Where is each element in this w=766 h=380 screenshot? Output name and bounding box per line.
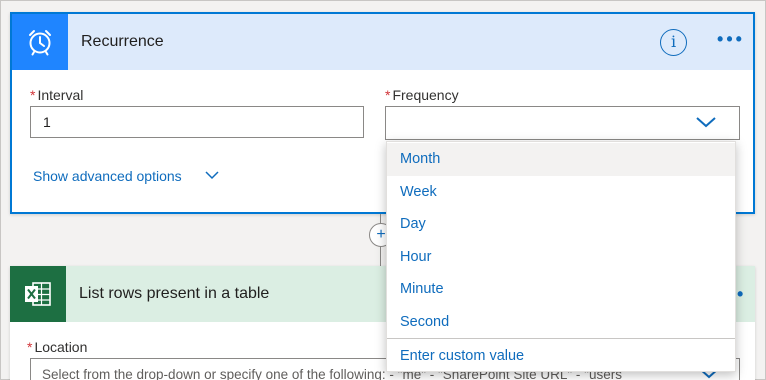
frequency-options-menu: Month Week Day Hour Minute Second Enter … <box>386 141 736 372</box>
menu-item-month[interactable]: Month <box>387 143 735 176</box>
flow-canvas: Recurrence i ••• * Interval 1 * Frequency … <box>0 0 766 380</box>
more-options-icon[interactable]: • <box>737 284 743 305</box>
required-marker: * <box>385 87 391 103</box>
menu-item-week[interactable]: Week <box>387 176 735 209</box>
alarm-clock-icon <box>12 14 68 70</box>
excel-icon <box>10 266 66 322</box>
menu-divider <box>387 338 735 339</box>
required-marker: * <box>27 339 33 355</box>
show-advanced-options-link[interactable]: Show advanced options <box>33 168 182 184</box>
menu-item-hour[interactable]: Hour <box>387 241 735 274</box>
location-label-text: Location <box>34 339 88 355</box>
required-marker: * <box>30 87 36 103</box>
more-options-icon[interactable]: ••• <box>716 29 746 53</box>
interval-input[interactable]: 1 <box>30 106 364 138</box>
list-rows-title: List rows present in a table <box>79 285 270 302</box>
frequency-label-text: Frequency <box>392 87 459 103</box>
menu-item-second[interactable]: Second <box>387 306 735 339</box>
location-label: * Location <box>27 339 87 355</box>
frequency-dropdown[interactable] <box>385 106 740 140</box>
menu-item-enter-custom-value[interactable]: Enter custom value <box>387 340 735 373</box>
interval-label: * Interval <box>30 87 83 103</box>
menu-item-day[interactable]: Day <box>387 208 735 241</box>
frequency-label: * Frequency <box>385 87 459 103</box>
recurrence-card-header[interactable]: Recurrence i ••• <box>12 14 753 70</box>
interval-label-text: Interval <box>37 87 84 103</box>
chevron-down-icon <box>696 117 716 128</box>
recurrence-title: Recurrence <box>81 33 164 50</box>
info-icon[interactable]: i <box>660 29 687 56</box>
chevron-down-icon[interactable] <box>204 169 220 181</box>
menu-item-minute[interactable]: Minute <box>387 273 735 306</box>
